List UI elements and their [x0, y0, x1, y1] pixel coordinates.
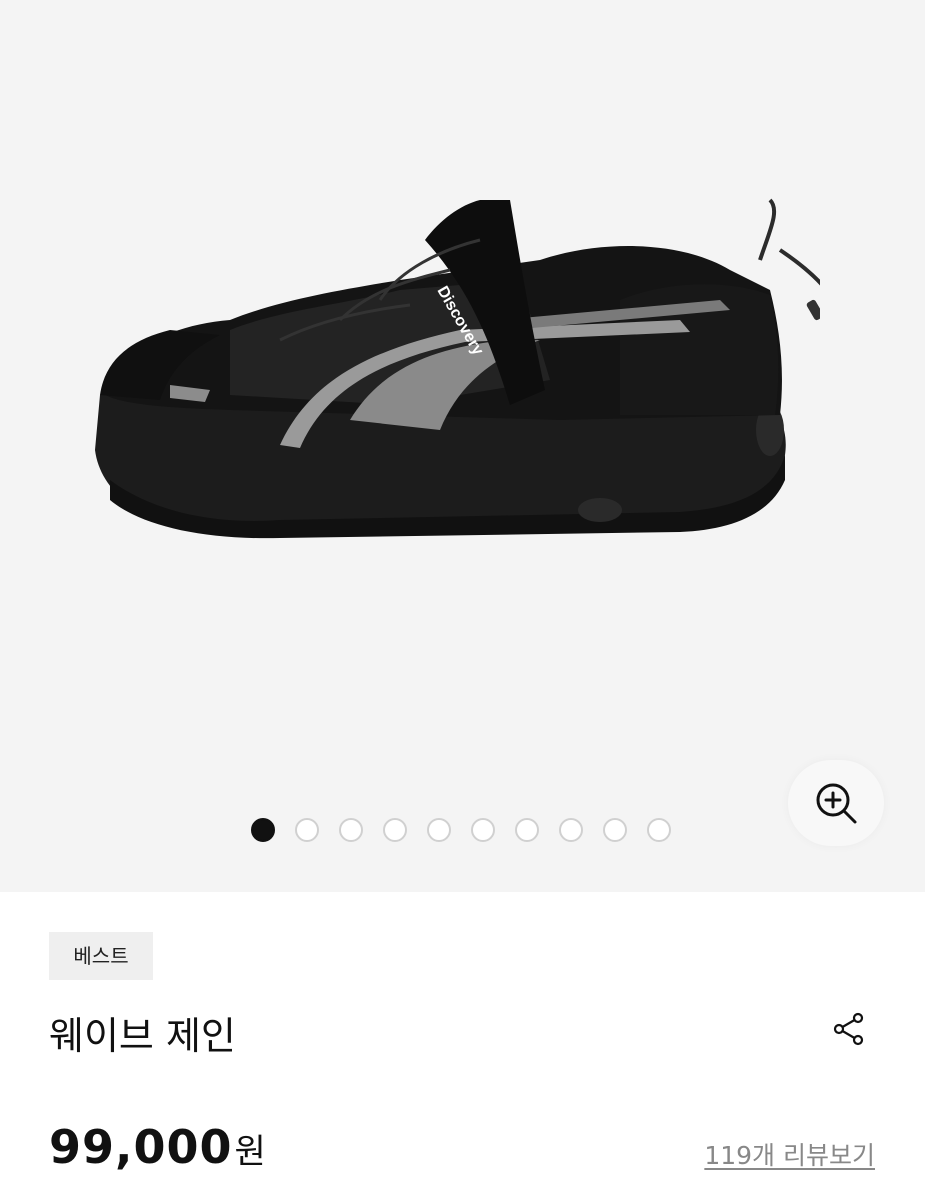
share-button[interactable] [826, 1006, 872, 1052]
product-title: 웨이브 제인 [49, 1014, 236, 1058]
slide-dot-1[interactable] [251, 818, 275, 842]
best-badge: 베스트 [49, 932, 153, 980]
zoom-button[interactable] [788, 760, 884, 846]
product-gallery[interactable]: Discovery [0, 0, 925, 892]
price-unit: 원 [234, 1132, 266, 1172]
price-amount: 99,000 [49, 1120, 233, 1174]
slide-dot-3[interactable] [339, 818, 363, 842]
review-link[interactable]: 119개 리뷰보기 [704, 1136, 875, 1172]
slide-dot-2[interactable] [295, 818, 319, 842]
slide-dot-6[interactable] [471, 818, 495, 842]
slide-dot-7[interactable] [515, 818, 539, 842]
slide-dot-5[interactable] [427, 818, 451, 842]
slide-dot-8[interactable] [559, 818, 583, 842]
product-image: Discovery [95, 198, 820, 539]
slide-dot-9[interactable] [603, 818, 627, 842]
gallery-pagination [251, 818, 671, 842]
price: 99,000 원 [49, 1120, 266, 1174]
share-icon [833, 1012, 864, 1046]
zoom-in-icon [816, 783, 857, 824]
slide-dot-4[interactable] [383, 818, 407, 842]
slide-dot-10[interactable] [647, 818, 671, 842]
